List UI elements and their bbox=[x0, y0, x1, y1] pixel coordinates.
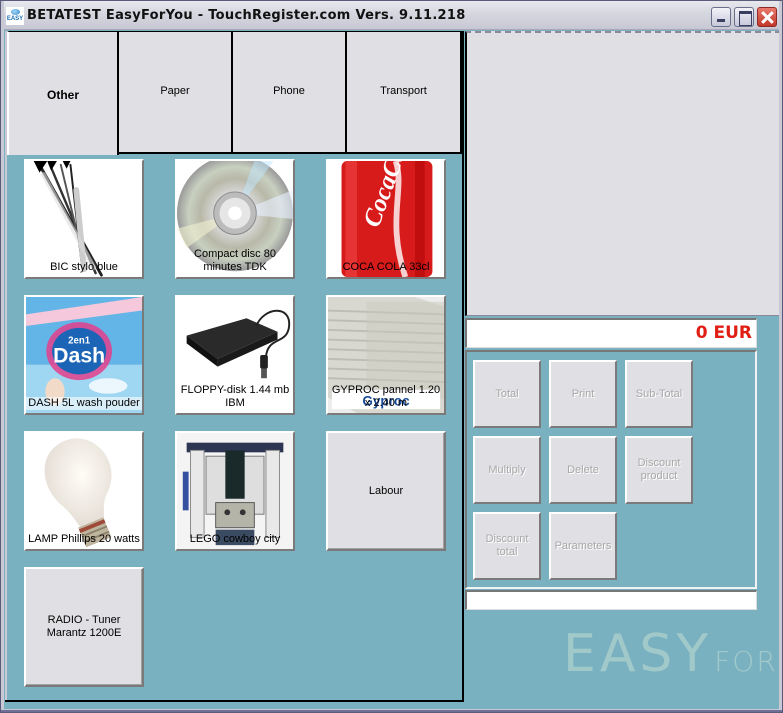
easyfor-logo: EASYFOR bbox=[563, 624, 778, 684]
close-button[interactable] bbox=[757, 7, 777, 27]
svg-text:Dash: Dash bbox=[53, 344, 105, 368]
product-button-lego[interactable]: LEGO cowboy city bbox=[175, 431, 295, 551]
product-button-gyproc[interactable]: Gyproc GYPROC pannel 1.20 x 2.40 m bbox=[326, 295, 446, 415]
tab-label: Transport bbox=[380, 85, 427, 97]
tab-phone[interactable]: Phone bbox=[233, 31, 347, 154]
product-button-dash[interactable]: 2en1 Dash DASH 5L wash pouder bbox=[24, 295, 144, 415]
maximize-button[interactable] bbox=[734, 7, 754, 27]
receipt-display bbox=[465, 31, 781, 316]
tab-other[interactable]: Other bbox=[7, 31, 119, 155]
product-label: Compact disc 80 minutes TDK bbox=[194, 248, 276, 273]
total-button[interactable]: Total bbox=[473, 360, 541, 428]
product-label: DASH 5L wash pouder bbox=[26, 397, 142, 410]
tab-paper[interactable]: Paper bbox=[119, 31, 233, 154]
tab-label: Other bbox=[46, 87, 79, 102]
product-button-bic-stylo[interactable]: BIC stylo blue bbox=[24, 159, 144, 279]
sub-total-button[interactable]: Sub-Total bbox=[625, 360, 693, 428]
dash-box-image: 2en1 Dash bbox=[26, 297, 142, 413]
tab-label: Phone bbox=[273, 85, 305, 97]
function-panel: Total Print Sub-Total Multiply Delete Di… bbox=[465, 350, 757, 589]
total-amount-display: 0 EUR bbox=[465, 318, 757, 348]
product-button-compact-disc[interactable]: Compact disc 80 minutes TDK bbox=[175, 159, 295, 279]
product-label: COCA COLA 33cl bbox=[342, 261, 430, 273]
title-bar[interactable]: EASY BETATEST EasyForYou - TouchRegister… bbox=[1, 1, 782, 30]
product-button-labour[interactable]: Labour bbox=[326, 431, 446, 551]
discount-total-button[interactable]: Discount total bbox=[473, 512, 541, 580]
app-window: EASY BETATEST EasyForYou - TouchRegister… bbox=[0, 0, 783, 713]
product-label: Labour bbox=[368, 484, 404, 497]
pens-image bbox=[26, 161, 142, 277]
coca-cola-can-image: CocaCola bbox=[328, 161, 444, 277]
minimize-button[interactable] bbox=[711, 7, 731, 27]
light-bulb-image bbox=[26, 433, 142, 549]
product-label: BIC stylo blue bbox=[50, 261, 118, 273]
status-bar bbox=[465, 590, 757, 610]
discount-product-button[interactable]: Discount product bbox=[625, 436, 693, 504]
multiply-button[interactable]: Multiply bbox=[473, 436, 541, 504]
product-button-radio[interactable]: RADIO - Tuner Marantz 1200E bbox=[24, 567, 144, 687]
logo-suffix-text: FOR bbox=[714, 645, 778, 678]
product-label: GYPROC pannel 1.20 x 2.40 m bbox=[331, 384, 441, 409]
logo-main-text: EASY bbox=[563, 624, 713, 684]
product-grid: BIC stylo blue Compact disc 80 minutes T… bbox=[7, 154, 462, 700]
product-button-coca-cola[interactable]: CocaCola COCA COLA 33cl bbox=[326, 159, 446, 279]
product-label: LAMP Phillips 20 watts bbox=[28, 533, 140, 545]
product-label: FLOPPY-disk 1.44 mb IBM bbox=[180, 384, 290, 409]
window-title: BETATEST EasyForYou - TouchRegister.com … bbox=[27, 8, 466, 23]
product-label: LEGO cowboy city bbox=[189, 533, 281, 545]
delete-button[interactable]: Delete bbox=[549, 436, 617, 504]
app-logo-icon: EASY bbox=[6, 7, 24, 25]
print-button[interactable]: Print bbox=[549, 360, 617, 428]
lego-image bbox=[177, 433, 293, 549]
parameters-button[interactable]: Parameters bbox=[549, 512, 617, 580]
product-panel: Other Paper Phone Transport BIC stylo bl… bbox=[5, 31, 464, 702]
product-label: RADIO - Tuner Marantz 1200E bbox=[46, 614, 122, 639]
product-button-lamp[interactable]: LAMP Phillips 20 watts bbox=[24, 431, 144, 551]
tab-transport[interactable]: Transport bbox=[347, 31, 462, 154]
product-button-floppy[interactable]: FLOPPY-disk 1.44 mb IBM bbox=[175, 295, 295, 415]
tab-label: Paper bbox=[160, 85, 190, 97]
